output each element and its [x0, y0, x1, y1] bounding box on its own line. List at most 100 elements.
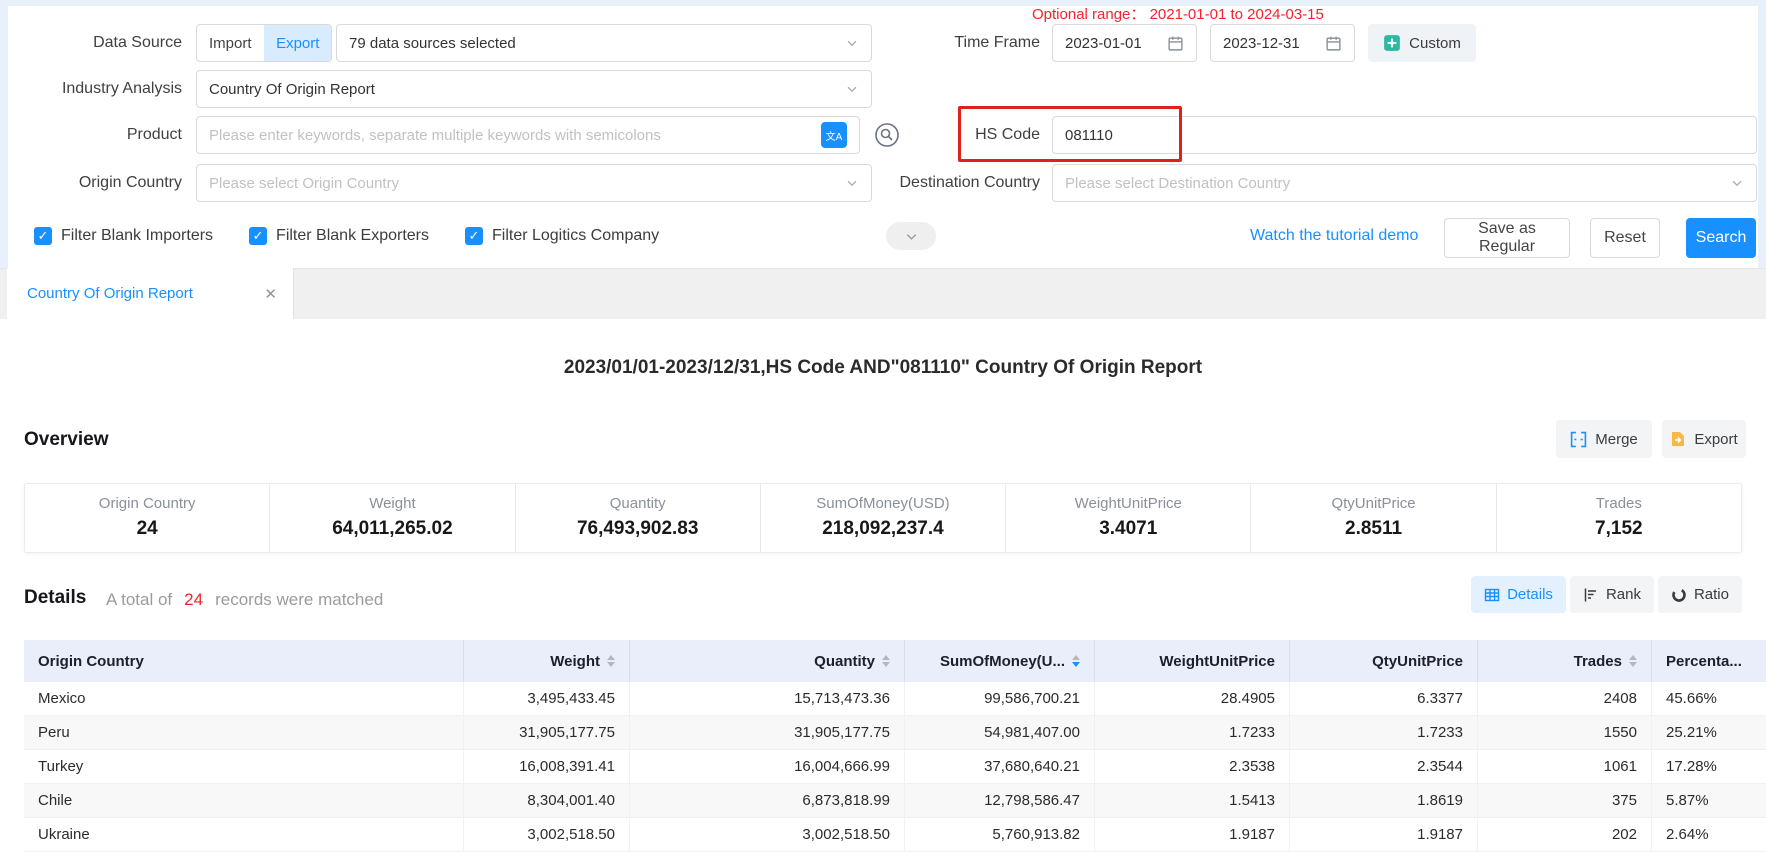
reset-button[interactable]: Reset — [1590, 218, 1660, 258]
destination-country-select[interactable]: Please select Destination Country — [1052, 164, 1757, 202]
column-label: Origin Country — [38, 653, 144, 670]
summary-count: 24 — [184, 590, 203, 609]
table-icon — [1484, 587, 1500, 603]
cell-qtyunitprice: 2.3544 — [1290, 750, 1478, 783]
stat-value: 7,152 — [1497, 518, 1741, 540]
stat-value: 76,493,902.83 — [516, 518, 760, 540]
table-row-turkey[interactable]: Turkey16,008,391.4116,004,666.9937,680,6… — [24, 750, 1766, 784]
cell-weightunitprice: 1.5413 — [1095, 784, 1290, 817]
rank-icon — [1583, 587, 1599, 603]
column-header-quantity[interactable]: Quantity — [630, 640, 905, 682]
column-label: Quantity — [814, 653, 875, 670]
product-input[interactable] — [209, 127, 821, 144]
cell-percenta: 5.87% — [1652, 784, 1766, 817]
origin-country-label: Origin Country — [0, 164, 182, 202]
view-rank-button[interactable]: Rank — [1570, 576, 1654, 613]
tab-country-of-origin-report[interactable]: Country Of Origin Report ✕ — [7, 268, 294, 319]
view-label: Details — [1507, 586, 1553, 603]
sort-icon[interactable] — [607, 655, 615, 668]
checkbox-label: Filter Logitics Company — [492, 227, 659, 245]
column-header-sumofmoney-u[interactable]: SumOfMoney(U... — [905, 640, 1095, 682]
view-ratio-button[interactable]: Ratio — [1658, 576, 1742, 613]
stat-value: 64,011,265.02 — [270, 518, 514, 540]
column-label: Trades — [1574, 653, 1622, 670]
cell-weight: 16,008,391.41 — [464, 750, 630, 783]
stat-value: 24 — [25, 518, 269, 540]
sort-icon[interactable] — [882, 655, 890, 668]
cell-weightunitprice: 1.9187 — [1095, 818, 1290, 851]
merge-label: Merge — [1595, 431, 1638, 448]
cell-weightunitprice: 1.7233 — [1095, 716, 1290, 749]
time-frame-label: Time Frame — [870, 24, 1040, 62]
data-source-option-export[interactable]: Export — [264, 25, 332, 61]
cell-origin-country: Peru — [24, 716, 464, 749]
column-header-weight[interactable]: Weight — [464, 640, 630, 682]
cell-weight: 3,002,518.50 — [464, 818, 630, 851]
cell-sumofmoney-u: 5,760,913.82 — [905, 818, 1095, 851]
hs-code-input[interactable] — [1065, 127, 1744, 144]
table-row-chile[interactable]: Chile8,304,001.406,873,818.9912,798,586.… — [24, 784, 1766, 818]
data-source-segmented[interactable]: ImportExport — [196, 24, 332, 62]
export-button[interactable]: Export — [1662, 420, 1746, 458]
checkbox-filter-logitics-company[interactable]: ✓ Filter Logitics Company — [465, 227, 659, 245]
overview-heading: Overview — [24, 429, 109, 451]
checkbox-filter-blank-importers[interactable]: ✓ Filter Blank Importers — [34, 227, 213, 245]
details-summary: A total of24records were matched — [106, 590, 383, 610]
save-as-regular-button[interactable]: Save as Regular — [1444, 218, 1570, 258]
search-button[interactable]: Search — [1686, 218, 1756, 258]
custom-icon — [1383, 34, 1401, 52]
end-date-input[interactable]: 2023-12-31 — [1210, 24, 1355, 62]
calendar-icon — [1167, 35, 1184, 52]
data-source-option-import[interactable]: Import — [197, 25, 264, 61]
optional-range-text: Optional range： 2021-01-01 to 2024-03-15 — [1032, 3, 1324, 24]
stat-weightunitprice: WeightUnitPrice 3.4071 — [1005, 484, 1250, 552]
checkbox-label: Filter Blank Importers — [61, 227, 213, 245]
sort-icon[interactable] — [1072, 655, 1080, 668]
cell-percenta: 17.28% — [1652, 750, 1766, 783]
checkbox-checked-icon[interactable]: ✓ — [34, 227, 52, 245]
start-date-input[interactable]: 2023-01-01 — [1052, 24, 1197, 62]
cell-qtyunitprice: 6.3377 — [1290, 682, 1478, 715]
stat-origin-country: Origin Country 24 — [25, 484, 269, 552]
cell-qtyunitprice: 1.9187 — [1290, 818, 1478, 851]
stat-sumofmoney-usd: SumOfMoney(USD) 218,092,237.4 — [760, 484, 1005, 552]
table-row-peru[interactable]: Peru31,905,177.7531,905,177.7554,981,407… — [24, 716, 1766, 750]
checkbox-filter-blank-exporters[interactable]: ✓ Filter Blank Exporters — [249, 227, 429, 245]
tab-label: Country Of Origin Report — [27, 285, 193, 302]
industry-analysis-select[interactable]: Country Of Origin Report — [196, 70, 872, 108]
view-switcher: Details Rank Ratio — [1471, 576, 1742, 613]
expand-filters-button[interactable] — [886, 222, 936, 250]
cell-quantity: 6,873,818.99 — [630, 784, 905, 817]
table-row-ukraine[interactable]: Ukraine3,002,518.503,002,518.505,760,913… — [24, 818, 1766, 852]
merge-button[interactable]: Merge — [1556, 420, 1652, 458]
checkbox-checked-icon[interactable]: ✓ — [465, 227, 483, 245]
table-header-row: Origin Country Weight Quantity SumOfMone… — [24, 640, 1766, 682]
export-icon — [1670, 431, 1686, 447]
checkbox-checked-icon[interactable]: ✓ — [249, 227, 267, 245]
column-header-percenta: Percenta... — [1652, 640, 1766, 682]
hs-code-input-box[interactable] — [1052, 116, 1757, 154]
product-input-box[interactable]: 文A — [196, 116, 860, 154]
custom-label: Custom — [1409, 35, 1461, 52]
stat-label: Origin Country — [25, 495, 269, 512]
cell-origin-country: Chile — [24, 784, 464, 817]
close-icon[interactable]: ✕ — [264, 285, 277, 303]
cell-sumofmoney-u: 99,586,700.21 — [905, 682, 1095, 715]
cell-quantity: 31,905,177.75 — [630, 716, 905, 749]
cell-origin-country: Turkey — [24, 750, 464, 783]
stat-label: WeightUnitPrice — [1006, 495, 1250, 512]
view-details-button[interactable]: Details — [1471, 576, 1566, 613]
custom-range-button[interactable]: Custom — [1368, 24, 1476, 62]
sort-icon[interactable] — [1629, 655, 1637, 668]
stat-value: 3.4071 — [1006, 518, 1250, 540]
origin-country-select[interactable]: Please select Origin Country — [196, 164, 872, 202]
hs-code-label: HS Code — [850, 116, 1040, 154]
cell-percenta: 2.64% — [1652, 818, 1766, 851]
ratio-icon — [1671, 587, 1687, 603]
tutorial-demo-link[interactable]: Watch the tutorial demo — [1250, 216, 1418, 256]
column-header-trades[interactable]: Trades — [1478, 640, 1652, 682]
table-row-mexico[interactable]: Mexico3,495,433.4515,713,473.3699,586,70… — [24, 682, 1766, 716]
translate-icon[interactable]: 文A — [821, 122, 847, 148]
data-sources-select[interactable]: 79 data sources selected — [336, 24, 872, 62]
cell-sumofmoney-u: 37,680,640.21 — [905, 750, 1095, 783]
